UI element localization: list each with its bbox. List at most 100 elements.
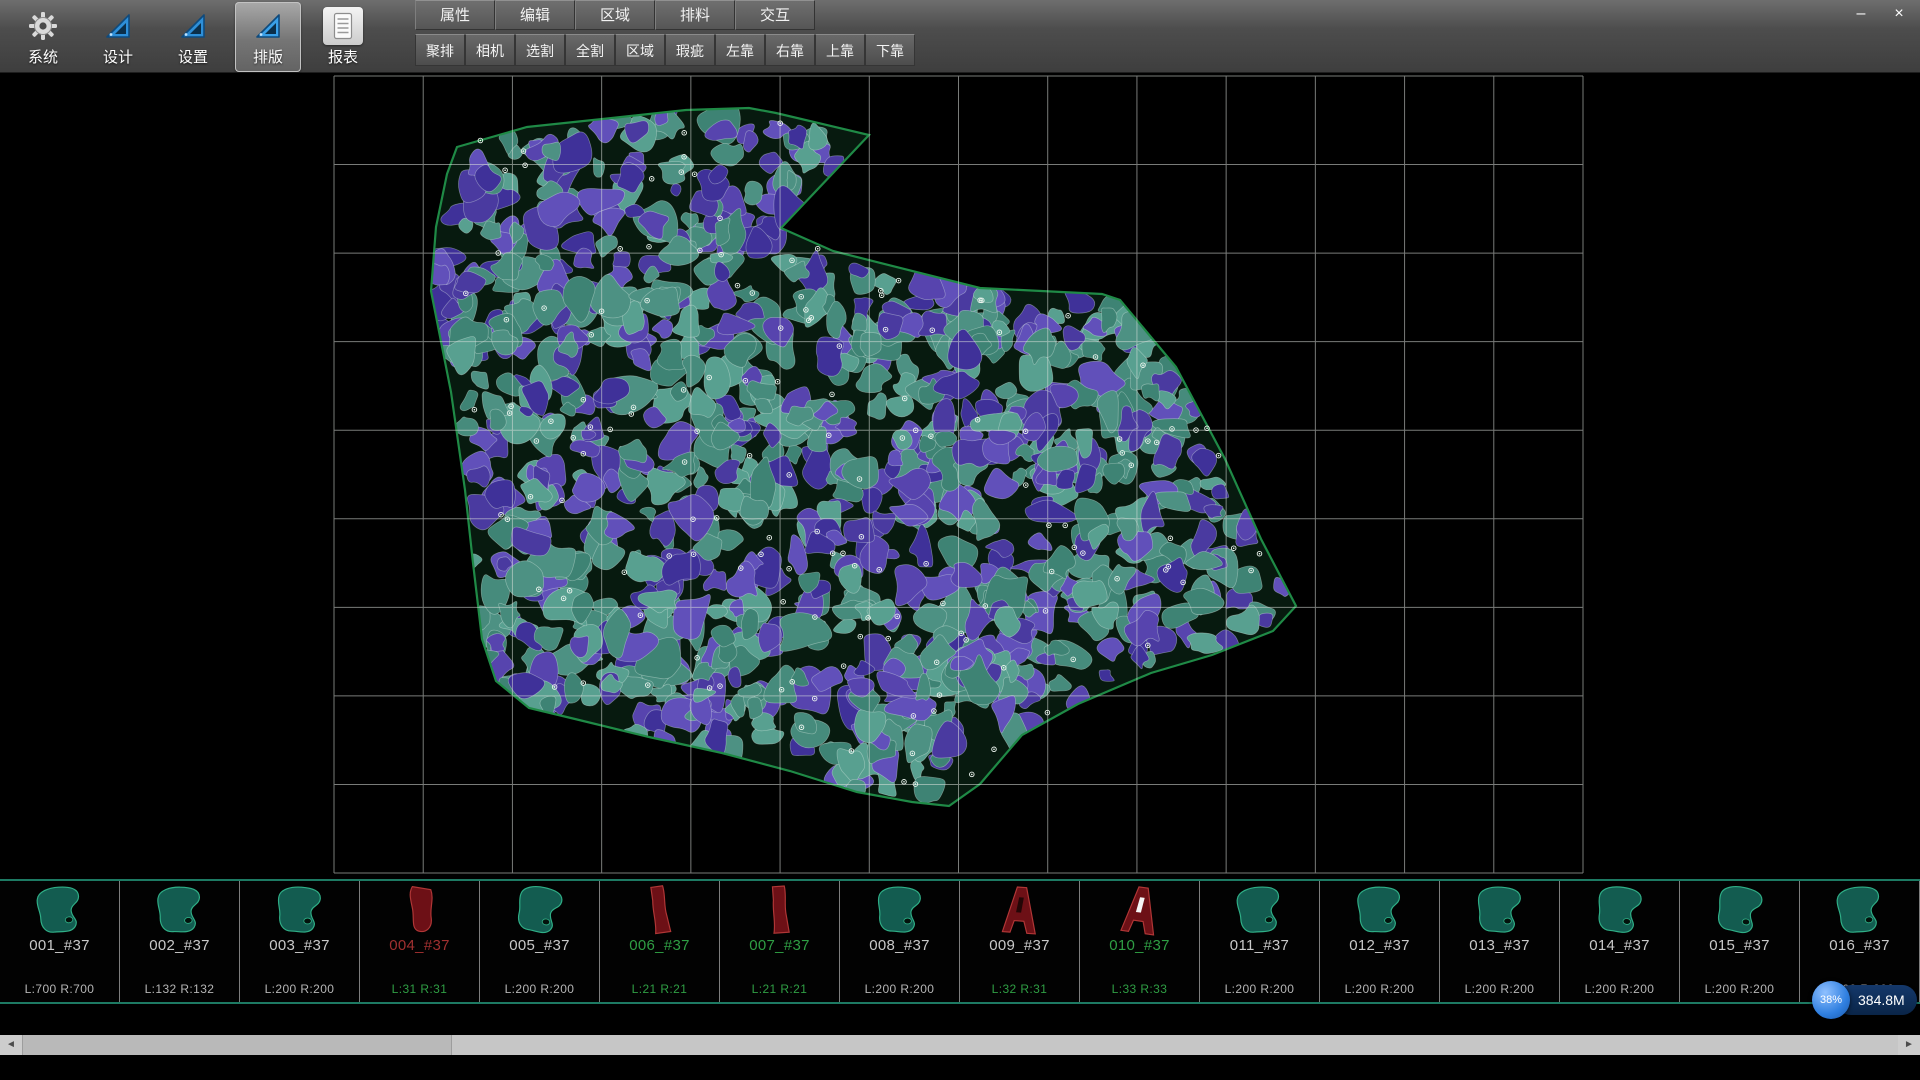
part-thumbnail (147, 883, 213, 937)
main-button-layout[interactable]: 排版 (235, 2, 301, 72)
canvas-svg (0, 73, 1920, 879)
layout-icon (248, 7, 288, 45)
part-thumbnail (1587, 883, 1653, 937)
part-stats: L:200 R:200 (1320, 982, 1439, 996)
tool-button-align-left[interactable]: 左靠 (715, 34, 765, 66)
menu-tab-edit[interactable]: 编辑 (495, 0, 575, 30)
part-cell-015[interactable]: 015_#37 L:200 R:200 (1680, 881, 1800, 1002)
menu-block: 属性编辑区域排料交互 聚排相机选割全割区域瑕疵左靠右靠上靠下靠 (415, 0, 915, 67)
close-button[interactable]: × (1888, 4, 1910, 24)
settings-icon (173, 7, 213, 45)
part-cell-007[interactable]: 007_#37L:21 R:21 (720, 881, 840, 1002)
main-button-settings[interactable]: 设置 (160, 2, 226, 72)
part-thumbnail (1467, 883, 1533, 937)
part-cell-005[interactable]: 005_#37L:200 R:200 (480, 881, 600, 1002)
part-thumbnail (1227, 883, 1293, 937)
scroll-track[interactable] (22, 1035, 1898, 1055)
menu-tab-region[interactable]: 区域 (575, 0, 655, 30)
tool-button-cut-all[interactable]: 全割 (565, 34, 615, 66)
part-name: 003_#37 (240, 937, 359, 954)
window-controls: – × (1850, 4, 1910, 24)
part-name: 004_#37 (360, 937, 479, 954)
main-button-design[interactable]: 设计 (85, 2, 151, 72)
part-cell-008[interactable]: 008_#37L:200 R:200 (840, 881, 960, 1002)
part-thumbnail (867, 883, 933, 937)
part-name: 001_#37 (0, 937, 119, 954)
part-thumbnail (1107, 883, 1173, 937)
part-cell-006[interactable]: 006_#37 L:21 R:21 (600, 881, 720, 1002)
report-icon (323, 7, 363, 45)
part-stats: L:200 R:200 (1680, 982, 1799, 996)
part-cell-004[interactable]: 004_#37 L:31 R:31 (360, 881, 480, 1002)
part-cell-002[interactable]: 002_#37L:132 R:132 (120, 881, 240, 1002)
part-stats: L:200 R:200 (840, 982, 959, 996)
part-thumbnail (1347, 883, 1413, 937)
tool-button-defect[interactable]: 瑕疵 (665, 34, 715, 66)
main-button-label: 报表 (328, 46, 358, 67)
part-cell-009[interactable]: 009_#37 L:32 R:31 (960, 881, 1080, 1002)
part-cell-001[interactable]: 001_#37 L:700 R:700 (0, 881, 120, 1002)
part-stats: L:31 R:31 (360, 982, 479, 996)
part-name: 014_#37 (1560, 937, 1679, 954)
memory-value: 384.8M (1858, 992, 1905, 1008)
tool-button-align-right[interactable]: 右靠 (765, 34, 815, 66)
part-stats: L:21 R:21 (720, 982, 839, 996)
part-stats: L:32 R:31 (960, 982, 1079, 996)
horizontal-scrollbar[interactable]: ◄ ► (0, 1035, 1920, 1055)
part-stats: L:200 R:200 (240, 982, 359, 996)
part-stats: L:33 R:33 (1080, 982, 1199, 996)
part-name: 015_#37 (1680, 937, 1799, 954)
part-thumbnail (1707, 883, 1773, 937)
part-cell-003[interactable]: 003_#37 L:200 R:200 (240, 881, 360, 1002)
part-stats: L:200 R:200 (1560, 982, 1679, 996)
main-button-label: 排版 (253, 46, 283, 67)
part-thumbnail (267, 883, 333, 937)
part-stats: L:200 R:200 (1440, 982, 1559, 996)
part-cell-010[interactable]: 010_#37L:33 R:33 (1080, 881, 1200, 1002)
part-name: 011_#37 (1200, 937, 1319, 954)
tool-button-camera[interactable]: 相机 (465, 34, 515, 66)
progress-percent: 38% (1820, 994, 1842, 1006)
tool-button-region[interactable]: 区域 (615, 34, 665, 66)
part-cell-011[interactable]: 011_#37 L:200 R:200 (1200, 881, 1320, 1002)
menu-tab-row: 属性编辑区域排料交互 (415, 0, 915, 30)
scroll-left-button[interactable]: ◄ (0, 1035, 22, 1055)
main-button-system[interactable]: 系统 (10, 2, 76, 72)
part-thumbnail (507, 883, 573, 937)
parts-strip: 001_#37 L:700 R:700002_#37L:132 R:132003_… (0, 879, 1920, 1004)
tool-button-align-top[interactable]: 上靠 (815, 34, 865, 66)
minimize-button[interactable]: – (1850, 4, 1872, 24)
progress-badge: 38% 384.8M (1812, 981, 1917, 1019)
tool-button-row: 聚排相机选割全割区域瑕疵左靠右靠上靠下靠 (415, 34, 915, 67)
tool-button-cut-selected[interactable]: 选割 (515, 34, 565, 66)
menu-tab-attributes[interactable]: 属性 (415, 0, 495, 30)
menu-tab-interaction[interactable]: 交互 (735, 0, 815, 30)
scroll-right-button[interactable]: ► (1898, 1035, 1920, 1055)
part-thumbnail (27, 883, 93, 937)
part-name: 006_#37 (600, 937, 719, 954)
menu-tab-nesting[interactable]: 排料 (655, 0, 735, 30)
scroll-thumb[interactable] (22, 1035, 452, 1055)
design-icon (98, 7, 138, 45)
part-cell-012[interactable]: 012_#37 L:200 R:200 (1320, 881, 1440, 1002)
part-stats: L:21 R:21 (600, 982, 719, 996)
nesting-canvas[interactable] (0, 73, 1920, 879)
part-name: 012_#37 (1320, 937, 1439, 954)
progress-circle: 38% (1812, 981, 1850, 1019)
part-stats: L:700 R:700 (0, 982, 119, 996)
tool-button-cluster-nest[interactable]: 聚排 (415, 34, 465, 66)
part-name: 009_#37 (960, 937, 1079, 954)
main-button-label: 设置 (178, 46, 208, 67)
main-button-label: 设计 (103, 46, 133, 67)
part-thumbnail (747, 883, 813, 937)
main-button-report[interactable]: 报表 (310, 2, 376, 72)
part-cell-013[interactable]: 013_#37L:200 R:200 (1440, 881, 1560, 1002)
main-button-group: 系统 设计 设置 排版 报表 (0, 0, 385, 73)
part-name: 005_#37 (480, 937, 599, 954)
part-stats: L:200 R:200 (1200, 982, 1319, 996)
part-cell-014[interactable]: 014_#37 L:200 R:200 (1560, 881, 1680, 1002)
main-button-label: 系统 (28, 46, 58, 67)
part-thumbnail (627, 883, 693, 937)
tool-button-align-bottom[interactable]: 下靠 (865, 34, 915, 66)
system-icon (23, 7, 63, 45)
